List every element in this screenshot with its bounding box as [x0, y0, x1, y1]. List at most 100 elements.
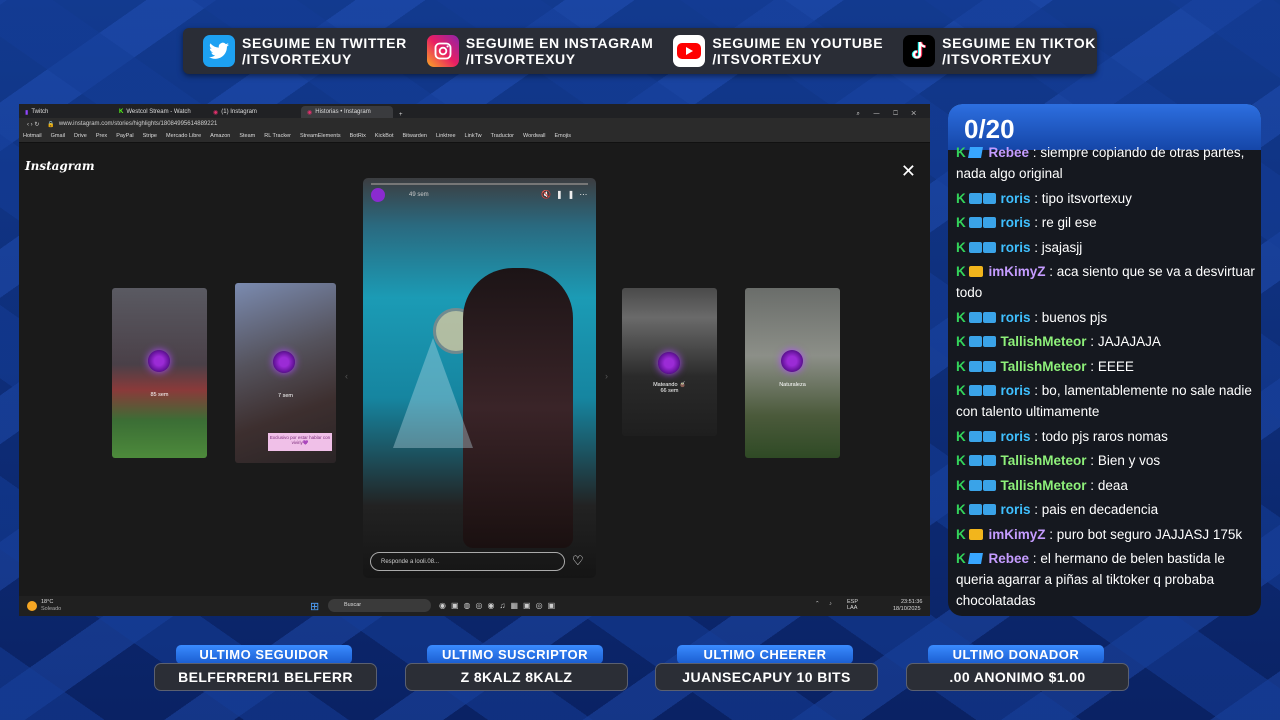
bookmark[interactable]: Bitwarden — [402, 133, 426, 139]
badge-icon — [982, 192, 996, 204]
story-controls[interactable]: 🔇❚❚⋯ — [541, 190, 592, 199]
bookmark[interactable]: Steam — [239, 133, 255, 139]
bookmark[interactable]: Hotmail — [23, 133, 42, 139]
chat-username[interactable]: TallishMeteor — [1001, 478, 1087, 493]
chat-message: K roris : tipo itsvortexuy — [948, 188, 1261, 209]
bookmark[interactable]: Mercado Libre — [166, 133, 201, 139]
url-text[interactable]: www.instagram.com/stories/highlights/180… — [59, 121, 217, 127]
bookmark[interactable]: Gmail — [51, 133, 65, 139]
chat-text: JAJAJAJA — [1097, 334, 1161, 349]
avatar — [148, 350, 170, 372]
kick-icon: K — [956, 428, 966, 444]
window-controls[interactable]: ⌕ — ☐ ✕ — [857, 111, 922, 118]
kick-icon: K — [956, 264, 966, 279]
tab-westcol[interactable]: K Westcol Stream - Watch — [113, 106, 205, 118]
windows-start-icon[interactable]: ⊞ — [310, 600, 319, 613]
bookmark[interactable]: Drive — [74, 133, 87, 139]
chat-username[interactable]: roris — [1001, 215, 1031, 230]
story-preview[interactable]: Naturaleza — [745, 288, 840, 458]
instagram-logo[interactable]: Instagram — [25, 159, 95, 173]
chat-text: Bien y vos — [1097, 453, 1161, 468]
story-preview[interactable]: 85 sem — [112, 288, 207, 458]
chat-text: jsajasjj — [1041, 239, 1083, 255]
tab-label: (1) Instagram — [221, 109, 257, 115]
kick-icon: K — [956, 309, 966, 325]
person-silhouette — [463, 268, 573, 548]
box-title: ULTIMO CHEERER — [677, 645, 853, 664]
twitter-icon — [203, 35, 235, 67]
chat-message: K roris : todo pjs raros nomas — [948, 426, 1261, 447]
main-story[interactable]: 49 sem 🔇❚❚⋯ — [363, 178, 596, 578]
chat-username[interactable]: TallishMeteor — [1001, 359, 1087, 374]
lock-icon: 🔒 — [47, 121, 55, 128]
bookmark[interactable]: Stripe — [143, 133, 157, 139]
tab-bar: ▮ Twitch K Westcol Stream - Watch ◉ (1) Ins… — [19, 104, 930, 118]
new-tab-icon[interactable]: + — [399, 112, 403, 118]
clock-date[interactable]: 18/10/2025 — [893, 606, 921, 612]
tab-twitch[interactable]: ▮ Twitch — [19, 106, 111, 118]
nav-arrows-icon[interactable]: ‹ › ↻ — [27, 121, 39, 128]
chat-separator: : — [1086, 358, 1098, 374]
chat-username[interactable]: roris — [1001, 383, 1031, 398]
chat-username[interactable]: roris — [1001, 502, 1031, 517]
bookmark[interactable]: Linktree — [436, 133, 456, 139]
last-cheerer-box: ULTIMO CHEERER JUANSECAPUY 10 BITS — [655, 645, 878, 691]
tab-instagram[interactable]: ◉ (1) Instagram — [207, 106, 299, 118]
chat-username[interactable]: roris — [1001, 191, 1031, 206]
chat-username[interactable]: imKimyZ — [989, 527, 1046, 542]
kick-icon: K — [956, 358, 966, 374]
next-arrow-icon[interactable]: › — [605, 371, 608, 381]
bookmark[interactable]: Emojis — [555, 133, 572, 139]
bookmark[interactable]: KickBot — [375, 133, 394, 139]
clock-time[interactable]: 23:51:36 — [901, 599, 922, 605]
bookmark[interactable]: BotRix — [350, 133, 366, 139]
bookmark[interactable]: LinkTw — [465, 133, 482, 139]
bookmark[interactable]: RL Tracker — [264, 133, 291, 139]
social-label: SEGUIME EN INSTAGRAM — [465, 35, 654, 51]
tab-label: Westcol Stream - Watch — [126, 109, 191, 115]
chat-separator: : — [1086, 334, 1098, 349]
story-progress-bar — [371, 183, 588, 185]
tab-historias[interactable]: ◉ Historias • Instagram — [301, 106, 393, 118]
bookmark[interactable]: Traductor — [491, 133, 514, 139]
badge-icon — [968, 241, 982, 253]
bookmark[interactable]: Prex — [96, 133, 107, 139]
story-preview[interactable]: Mateando 🧉 66 sem — [622, 288, 717, 436]
chat-separator: : — [1045, 264, 1057, 279]
tab-label: Twitch — [31, 109, 49, 115]
bookmark[interactable]: Wordwall — [523, 133, 546, 139]
chat-username[interactable]: TallishMeteor — [1001, 334, 1087, 349]
bookmark[interactable]: Amazon — [210, 133, 230, 139]
social-label: SEGUIME EN TIKTOK — [942, 35, 1096, 51]
story-preview[interactable]: 7 sem Exclusivo por estar hablar con viv… — [235, 283, 336, 463]
bookmark[interactable]: StreamElements — [300, 133, 341, 139]
prev-arrow-icon[interactable]: ‹ — [345, 371, 348, 381]
language-indicator[interactable]: ESP LAA — [847, 599, 858, 611]
address-bar[interactable]: ‹ › ↻ 🔒 www.instagram.com/stories/highli… — [19, 118, 930, 130]
chat-username[interactable]: roris — [1001, 240, 1031, 255]
chat-panel: 0/20 K Rebee : siempre copiando de otras… — [948, 104, 1261, 616]
story-avatar[interactable] — [371, 188, 385, 202]
tray-icons[interactable]: ⌃ ♪ — [815, 601, 836, 607]
reply-input[interactable]: Responde a looli.08... — [370, 552, 565, 571]
chat-username[interactable]: Rebee — [989, 145, 1030, 160]
chat-username[interactable]: roris — [1001, 429, 1031, 444]
social-tiktok: SEGUIME EN TIKTOK/ITSVORTEXUY — [903, 35, 1096, 67]
chat-username[interactable]: roris — [1001, 310, 1031, 325]
story-label: Mateando 🧉 66 sem — [653, 382, 686, 394]
chat-username[interactable]: imKimyZ — [989, 264, 1046, 279]
taskbar-apps[interactable]: ◉▣◍◎◉♫▦▣◎▣ — [439, 601, 560, 610]
chat-message: K roris : bo, lamentablemente no sale na… — [948, 380, 1261, 422]
bookmark[interactable]: PayPal — [116, 133, 133, 139]
taskbar-search[interactable]: Buscar — [328, 599, 431, 612]
sticker: Exclusivo por estar hablar con viviriy💜 — [268, 433, 332, 451]
close-icon[interactable]: ✕ — [901, 161, 916, 182]
story-label: Naturaleza — [779, 382, 806, 388]
box-title: ULTIMO SEGUIDOR — [176, 645, 352, 664]
kick-icon: K — [956, 215, 966, 230]
heart-icon[interactable]: ♡ — [572, 553, 584, 569]
chat-message: K TallishMeteor : JAJAJAJA — [948, 331, 1261, 352]
chat-username[interactable]: TallishMeteor — [1001, 453, 1087, 468]
badge-icon — [968, 504, 982, 515]
chat-username[interactable]: Rebee — [989, 551, 1030, 566]
